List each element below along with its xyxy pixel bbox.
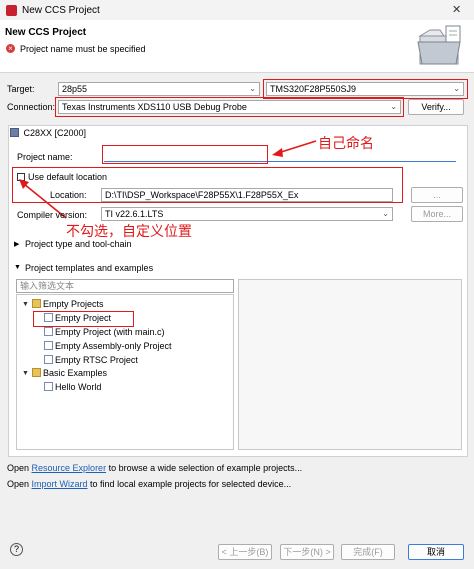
compiler-combo[interactable]: TI v22.6.1.LTS ⌄ [101, 207, 393, 221]
link-prefix: Open [7, 479, 32, 489]
tab-c28xx-label: C28XX [C2000] [23, 128, 87, 138]
tab-c28xx[interactable]: C28XX [C2000] [10, 128, 86, 138]
section-templates[interactable]: Project templates and examples [25, 263, 153, 273]
connection-highlight-box [55, 97, 404, 117]
resource-explorer-line: Open Resource Explorer to browse a wide … [7, 463, 302, 473]
tree-item-hello-world[interactable]: Hello World [44, 382, 101, 392]
chip-icon [10, 128, 19, 137]
tree-item-empty-rtsc[interactable]: Empty RTSC Project [44, 355, 138, 365]
compiler-label: Compiler version: [17, 210, 88, 220]
help-icon[interactable]: ? [10, 543, 23, 556]
link-suffix: to browse a wide selection of example pr… [106, 463, 303, 473]
folder-icon [32, 299, 41, 308]
link-prefix: Open [7, 463, 32, 473]
project-icon [44, 341, 53, 350]
compiler-more-button[interactable]: More... [411, 206, 463, 222]
section-type-toolchain[interactable]: Project type and tool-chain [25, 239, 132, 249]
location-highlight-box [12, 167, 403, 203]
verify-button[interactable]: Verify... [408, 99, 464, 115]
cancel-button[interactable]: 取消 [408, 544, 464, 560]
tree-item-label: Empty Assembly-only Project [55, 341, 172, 351]
target-family-value: 28p55 [62, 84, 88, 94]
close-icon[interactable]: ✕ [452, 3, 461, 16]
link-suffix: to find local example projects for selec… [87, 479, 292, 489]
error-message: Project name must be specified [20, 44, 146, 54]
tree-item-empty-project-main[interactable]: Empty Project (with main.c) [44, 327, 165, 337]
template-description [238, 279, 462, 450]
tree-empty-projects[interactable]: Empty Projects [32, 299, 104, 309]
ccs-app-icon [6, 5, 17, 16]
arrow-icon [272, 140, 317, 157]
tree-item-label: Hello World [55, 382, 102, 392]
tree-item-empty-assembly[interactable]: Empty Assembly-only Project [44, 341, 172, 351]
project-name-label: Project name: [17, 152, 73, 162]
connection-label: Connection: [7, 102, 56, 112]
browse-button[interactable]: ... [411, 187, 463, 203]
location-annotation: 不勾选，自定义位置 [66, 223, 192, 239]
chevron-down-icon: ⌄ [382, 209, 389, 218]
tree-item-label: Empty Project (with main.c) [55, 327, 165, 337]
import-wizard-link[interactable]: Import Wizard [32, 479, 88, 489]
project-icon [44, 327, 53, 336]
folder-icon [32, 368, 41, 377]
name-annotation: 自己命名 [318, 135, 374, 151]
collapse-down-icon[interactable]: ▼ [14, 264, 21, 271]
new-project-folder-icon [417, 25, 461, 65]
project-icon [44, 355, 53, 364]
error-icon: × [6, 44, 15, 53]
back-button[interactable]: < 上一步(B) [218, 544, 272, 560]
collapse-down-icon[interactable]: ▼ [22, 370, 29, 377]
tree-basic-examples[interactable]: Basic Examples [32, 368, 107, 378]
chevron-down-icon: ⌄ [249, 84, 256, 93]
resource-explorer-link[interactable]: Resource Explorer [32, 463, 107, 473]
target-label: Target: [7, 84, 35, 94]
expand-right-icon[interactable]: ▶ [14, 240, 19, 248]
finish-button[interactable]: 完成(F) [341, 544, 395, 560]
target-family-combo[interactable]: 28p55 ⌄ [58, 82, 260, 96]
compiler-value: TI v22.6.1.LTS [105, 209, 164, 219]
project-name-highlight-box [102, 145, 268, 164]
next-button[interactable]: 下一步(N) > [280, 544, 334, 560]
tree-item-label: Empty RTSC Project [55, 355, 138, 365]
tree-basic-examples-label: Basic Examples [43, 368, 108, 378]
window-title: New CCS Project [22, 5, 100, 16]
device-highlight-box [263, 79, 468, 99]
import-wizard-line: Open Import Wizard to find local example… [7, 479, 291, 489]
tree-empty-projects-label: Empty Projects [43, 299, 104, 309]
empty-project-highlight-box [33, 311, 134, 327]
filter-input[interactable]: 输入筛选文本 [16, 279, 234, 293]
collapse-down-icon[interactable]: ▼ [22, 301, 29, 308]
project-icon [44, 382, 53, 391]
wizard-title: New CCS Project [5, 27, 87, 38]
